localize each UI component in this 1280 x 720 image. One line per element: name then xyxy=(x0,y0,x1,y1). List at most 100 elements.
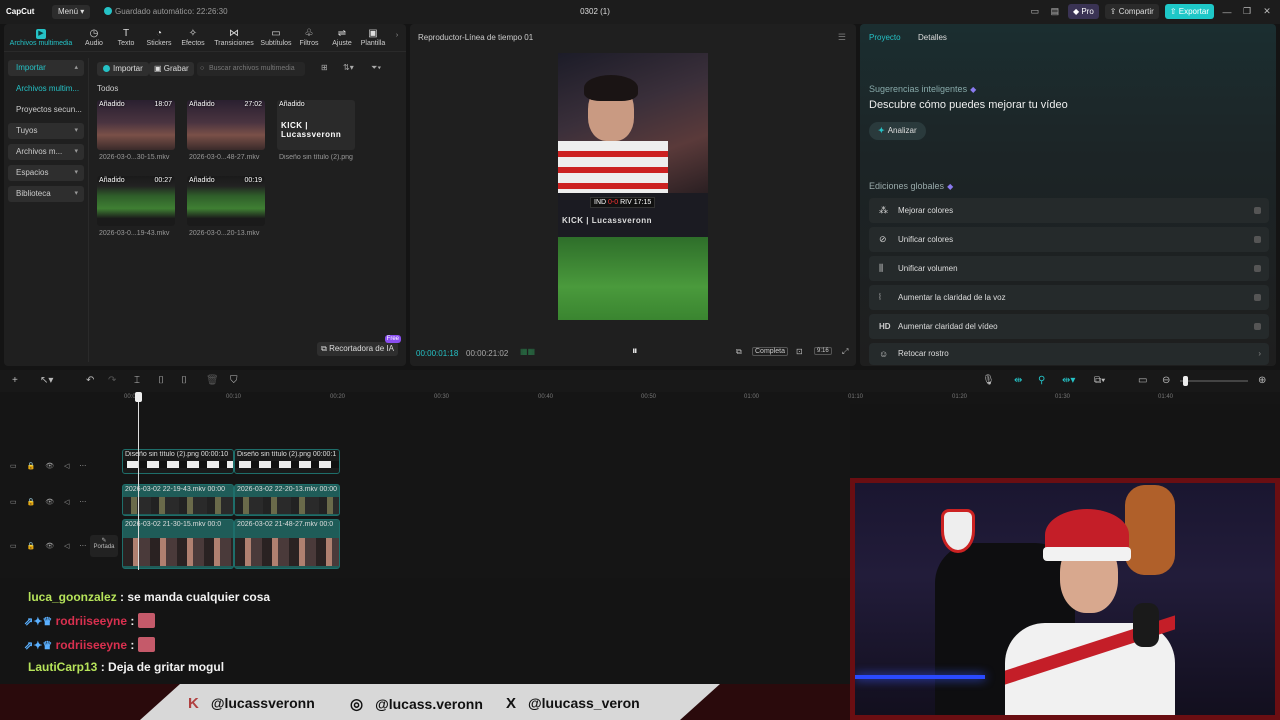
select-tool-icon[interactable]: ↖▾ xyxy=(40,375,53,386)
club-crest-icon xyxy=(941,509,975,553)
minimize-icon[interactable]: — xyxy=(1220,7,1234,17)
sidebar-item-sub-projects[interactable]: Proyectos secun... xyxy=(8,102,84,118)
global-edit-video-clarity[interactable]: HD Aumentar claridad del vídeo xyxy=(869,314,1269,339)
filter-icon[interactable]: ⏷▾ xyxy=(371,63,381,73)
import-button[interactable]: Importar xyxy=(97,62,149,76)
track-controls[interactable]: ▭ 🔒 👁 ◁ ⋯ xyxy=(10,542,90,550)
media-item[interactable]: Añadido 00:27 xyxy=(97,176,175,226)
crop-icon[interactable]: ⧉ xyxy=(736,347,742,357)
tab-filters[interactable]: ♧ Filtros xyxy=(297,28,321,47)
transitions-icon: ⋈ xyxy=(229,28,239,39)
media-item[interactable]: Añadido 18:07 xyxy=(97,100,175,150)
global-edit-voice-clarity[interactable]: ⦚ Aumentar la claridad de la voz xyxy=(869,285,1269,310)
clip-filmstrip xyxy=(123,497,233,514)
tab-template[interactable]: ▣ Plantilla xyxy=(359,28,387,47)
player-title: Reproductor-Línea de tiempo 01 xyxy=(418,33,534,42)
menu-icon[interactable]: ☰ xyxy=(838,32,846,43)
maximize-icon[interactable]: ❐ xyxy=(1240,6,1254,17)
sidebar-item-yours[interactable]: Tuyos ▾ xyxy=(8,123,84,139)
menu-button[interactable]: Menú ▾ xyxy=(52,5,91,19)
zoom-out-icon[interactable]: ⊖ xyxy=(1162,375,1170,386)
global-edit-unify-volume[interactable]: ⫼ Unificar volumen xyxy=(869,256,1269,281)
layout-icon[interactable]: ▭ xyxy=(1028,6,1042,17)
sidebar-item-import[interactable]: Importar ▴ xyxy=(8,60,84,76)
menu-label: Menú xyxy=(58,7,79,16)
zoom-slider[interactable] xyxy=(1180,380,1248,382)
sidebar-item-library[interactable]: Biblioteca ▾ xyxy=(8,186,84,202)
pause-icon[interactable]: ⏸ xyxy=(632,345,638,358)
search-input[interactable]: Buscar archivos multimedia xyxy=(197,62,305,76)
tab-audio[interactable]: ◷ Audio xyxy=(80,28,108,47)
snapshot-icon[interactable]: ⊡ xyxy=(796,347,803,356)
split-icon[interactable]: ⌶ xyxy=(134,375,140,386)
add-track-icon[interactable]: + xyxy=(12,375,18,386)
tab-effects[interactable]: ✧ Efectos xyxy=(178,28,208,47)
sidebar-item-media-m[interactable]: Archivos m... ▾ xyxy=(8,144,84,160)
global-edit-improve-colors[interactable]: ⁂ Mejorar colores xyxy=(869,198,1269,223)
chat-message: LautiCarp13 : Deja de gritar mogul xyxy=(28,660,224,674)
toggle[interactable] xyxy=(1254,323,1261,330)
preview-axis-icon[interactable]: ⧉▾ xyxy=(1094,375,1105,386)
toggle[interactable] xyxy=(1254,294,1261,301)
record-button[interactable]: ▣ Grabar xyxy=(149,62,194,76)
split-left-icon[interactable]: ⌷ xyxy=(158,375,164,386)
pro-button[interactable]: ◆ Pro xyxy=(1067,4,1099,19)
tab-media[interactable]: ▶ Archivos multimedia xyxy=(8,28,74,47)
sidebar-item-spaces[interactable]: Espacios ▾ xyxy=(8,165,84,181)
close-icon[interactable]: ✕ xyxy=(1260,6,1274,17)
link-icon[interactable]: ⇹ xyxy=(1014,375,1022,386)
ai-cutter-button[interactable]: ⧉ Recortadora de IA Free xyxy=(317,335,401,356)
zoom-in-icon[interactable]: ⊕ xyxy=(1258,375,1266,386)
split-right-icon[interactable]: ⌷ xyxy=(181,375,187,386)
global-edit-face-retouch[interactable]: ☺ Retocar rostro › xyxy=(869,343,1269,365)
chevron-right-icon[interactable]: › xyxy=(392,32,402,39)
tab-project[interactable]: Proyecto xyxy=(869,33,901,42)
tab-transitions[interactable]: ⋈ Transiciones xyxy=(212,28,256,47)
shield-icon[interactable]: ⛉ xyxy=(230,375,238,386)
video-preview[interactable]: IND 0-0 RIV 17:15 KICK | Lucassveronn xyxy=(558,53,708,320)
tab-subtitles[interactable]: ▭ Subtítulos xyxy=(259,28,293,47)
microphone-icon[interactable]: 🎙 xyxy=(982,375,995,386)
fullscreen-icon[interactable]: ⤢ xyxy=(842,347,848,357)
cover-button[interactable]: ✎ Portada xyxy=(90,535,118,557)
track-controls[interactable]: ▭ 🔒 👁 ◁ ⋯ xyxy=(10,498,90,506)
media-item[interactable]: Añadido 00:19 xyxy=(187,176,265,226)
caption-icon[interactable]: ▭ xyxy=(1138,375,1147,386)
chat-user: rodriiseeyne xyxy=(55,638,128,652)
timeline-clip[interactable]: Diseño sin título (2).png 00:00:1 xyxy=(234,449,340,474)
magnet-icon[interactable]: ⚲ xyxy=(1038,375,1045,386)
tab-stickers[interactable]: ◔ Stickers xyxy=(144,28,174,47)
grid-view-icon[interactable]: ⊞ xyxy=(321,63,328,72)
tab-template-label: Plantilla xyxy=(360,40,386,47)
sort-icon[interactable]: ⇅▾ xyxy=(343,63,354,72)
export-button[interactable]: ⇧ Exportar xyxy=(1164,4,1214,19)
toggle[interactable] xyxy=(1254,207,1261,214)
toggle[interactable] xyxy=(1254,265,1261,272)
snap-icon[interactable]: ⇹▾ xyxy=(1062,375,1075,386)
added-badge: Añadido xyxy=(99,177,125,184)
tab-adjust[interactable]: ⇌ Ajuste xyxy=(329,28,355,47)
media-item[interactable]: Añadido 27:02 xyxy=(187,100,265,150)
delete-icon[interactable]: 🗑 xyxy=(206,375,219,386)
aspect-ratio-button[interactable]: 9:16 xyxy=(814,347,832,355)
media-item[interactable]: Añadido KICK | Lucassveronn xyxy=(277,100,355,150)
shortcuts-icon[interactable]: ▤ xyxy=(1048,6,1062,17)
current-time: 00:00:01:18 xyxy=(416,349,459,358)
playhead[interactable] xyxy=(135,392,142,570)
zoom-slider-handle[interactable] xyxy=(1183,376,1188,386)
global-edit-unify-colors[interactable]: ⊘ Unificar colores xyxy=(869,227,1269,252)
track-controls[interactable]: ▭ 🔒 👁 ◁ ⋯ xyxy=(10,462,90,470)
undo-icon[interactable]: ↶ xyxy=(86,375,94,386)
added-badge: Añadido xyxy=(279,101,305,108)
tab-details[interactable]: Detalles xyxy=(918,33,947,42)
timeline-clip[interactable]: 2026-03-02 21-48-27.mkv 00:0 xyxy=(234,519,340,569)
quality-selector[interactable]: Completa xyxy=(752,347,788,356)
analyze-button[interactable]: ✦ Analizar xyxy=(869,122,926,140)
timeline-clip[interactable]: 2026-03-02 22-20-13.mkv 00:00 xyxy=(234,484,340,516)
toggle[interactable] xyxy=(1254,236,1261,243)
redo-icon[interactable]: ↷ xyxy=(108,375,116,386)
timeline-ruler[interactable]: 00:00 00:10 00:20 00:30 00:40 00:50 01:0… xyxy=(0,392,1280,404)
tab-text[interactable]: T Texto xyxy=(112,28,140,47)
share-button[interactable]: ⇪ Compartir xyxy=(1104,4,1159,19)
sidebar-item-media-files[interactable]: Archivos multim... xyxy=(8,81,84,97)
